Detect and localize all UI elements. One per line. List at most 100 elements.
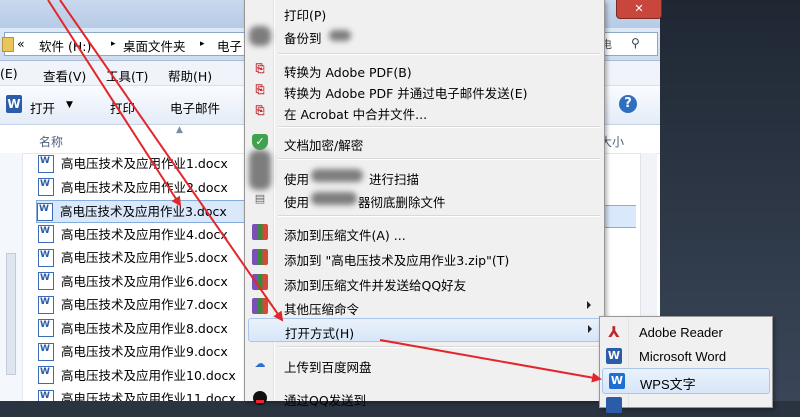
- menu-item-label: 在 Acrobat 中合并文件...: [284, 107, 428, 122]
- shredder-icon: ▤: [254, 192, 266, 205]
- word-icon: W: [6, 95, 22, 113]
- file-row[interactable]: 高电压技术及应用作业1.docx: [38, 153, 243, 175]
- menu-item-label: 上传到百度网盘: [284, 360, 372, 375]
- menu-item-label: 通过QQ发送到: [284, 393, 367, 408]
- column-name[interactable]: 名称: [39, 133, 63, 150]
- file-name: 高电压技术及应用作业11.docx: [61, 391, 236, 401]
- context-menu: 打印(P) 备份到 ⎘ 转换为 Adobe PDF(B) ⎘ 转换为 Adobe…: [244, 0, 605, 408]
- app-icon: [606, 397, 622, 413]
- redacted-icon: [249, 26, 271, 46]
- menu-item-other-zip[interactable]: 其他压缩命令: [245, 295, 604, 317]
- help-icon[interactable]: ?: [619, 95, 637, 113]
- menu-item-print[interactable]: 打印(P): [245, 1, 604, 23]
- menu-item-acrobat-merge[interactable]: ⎘ 在 Acrobat 中合并文件...: [245, 100, 604, 122]
- file-name: 高电压技术及应用作业9.docx: [61, 344, 228, 359]
- menu-separator: [278, 53, 600, 55]
- baidu-cloud-icon: ☁: [254, 357, 266, 370]
- word-doc-icon: [38, 178, 54, 196]
- menu-item-label: 进行扫描: [369, 172, 420, 187]
- file-name: 高电压技术及应用作业8.docx: [61, 320, 228, 336]
- file-name: 高电压技术及应用作业7.docx: [61, 297, 228, 312]
- address-input[interactable]: « 软件 (H:) ▸ 桌面文件夹 ▸ 电子: [2, 32, 250, 56]
- word-doc-icon: [38, 295, 54, 314]
- redacted-text: [329, 30, 351, 41]
- open-button[interactable]: 打开: [30, 98, 55, 117]
- menu-help[interactable]: 帮助(H): [168, 66, 212, 85]
- submenu-arrow-icon: [587, 301, 591, 309]
- submenu-item-more[interactable]: [600, 393, 772, 417]
- word-doc-icon: [38, 154, 54, 173]
- menu-item-convert-pdf[interactable]: ⎘ 转换为 Adobe PDF(B): [245, 58, 604, 80]
- address-separator[interactable]: ▸: [200, 39, 205, 49]
- open-dropdown-icon[interactable]: ▼: [66, 100, 73, 110]
- address-segment-desktop-folder[interactable]: 桌面文件夹: [123, 36, 186, 55]
- winrar-icon: [252, 298, 268, 314]
- submenu-item-microsoft-word[interactable]: W Microsoft Word: [600, 344, 772, 368]
- file-row[interactable]: 高电压技术及应用作业4.docx: [38, 224, 243, 246]
- menu-item-convert-pdf-email[interactable]: ⎘ 转换为 Adobe PDF 并通过电子邮件发送(E): [245, 79, 604, 101]
- acrobat-icon: ⎘: [255, 104, 265, 117]
- menu-item-label: 文档加密/解密: [284, 138, 364, 153]
- email-button[interactable]: 电子邮件: [170, 98, 220, 117]
- file-row[interactable]: 高电压技术及应用作业5.docx: [38, 247, 243, 269]
- menu-view[interactable]: 查看(V): [43, 66, 86, 85]
- nav-scrollbar-thumb[interactable]: [6, 253, 16, 375]
- menu-item-encrypt[interactable]: ✓ 文档加密/解密: [245, 131, 604, 153]
- submenu-item-adobe-reader[interactable]: ⅄ Adobe Reader: [600, 320, 772, 344]
- word-doc-icon: [38, 319, 54, 337]
- submenu-arrow-icon: [588, 325, 592, 333]
- submenu-item-label: Microsoft Word: [639, 349, 727, 364]
- address-back-chevron[interactable]: «: [17, 36, 25, 51]
- menu-item-scan[interactable]: 使用 进行扫描: [245, 165, 604, 187]
- menu-item-add-zip-qq[interactable]: 添加到压缩文件并发送给QQ好友: [245, 271, 604, 293]
- file-row[interactable]: 高电压技术及应用作业11.docx: [38, 388, 243, 401]
- address-segment-drive[interactable]: 软件 (H:): [39, 36, 91, 55]
- word-doc-icon: [38, 389, 54, 401]
- file-row[interactable]: 高电压技术及应用作业6.docx: [38, 271, 243, 293]
- file-row[interactable]: 高电压技术及应用作业2.docx: [38, 177, 243, 199]
- menu-item-baidu-upload[interactable]: ☁ 上传到百度网盘: [245, 353, 604, 375]
- word-doc-icon: [38, 366, 54, 384]
- search-icon[interactable]: ⚲: [631, 36, 640, 50]
- menu-item-open-with[interactable]: 打开方式(H): [248, 318, 601, 342]
- menu-edit[interactable]: (E): [0, 66, 18, 81]
- address-segment-current[interactable]: 电子: [217, 36, 242, 55]
- menu-item-label: 添加到压缩文件(A) ...: [284, 228, 406, 243]
- submenu-item-label: Adobe Reader: [639, 325, 723, 340]
- address-separator[interactable]: ▸: [111, 39, 116, 49]
- menu-item-shred[interactable]: ▤ 使用 器彻底删除文件: [245, 188, 604, 210]
- file-row[interactable]: 高电压技术及应用作业10.docx: [38, 365, 243, 387]
- wps-icon: W: [609, 373, 625, 389]
- file-row[interactable]: 高电压技术及应用作业8.docx: [38, 318, 243, 340]
- pdf-email-icon: ⎘: [255, 83, 265, 96]
- file-row[interactable]: 高电压技术及应用作业7.docx: [38, 294, 243, 316]
- file-name: 高电压技术及应用作业5.docx: [61, 250, 228, 265]
- menu-item-backup[interactable]: 备份到: [245, 24, 604, 46]
- word-doc-icon: [38, 342, 54, 361]
- adobe-reader-icon: ⅄: [608, 323, 620, 341]
- file-name: 高电压技术及应用作业3.docx: [60, 204, 227, 219]
- word-doc-icon: [38, 272, 54, 290]
- menu-separator: [278, 126, 600, 128]
- file-name: 高电压技术及应用作业10.docx: [61, 367, 236, 383]
- winrar-icon: [252, 249, 268, 265]
- open-with-submenu: ⅄ Adobe Reader W Microsoft Word W WPS文字: [599, 316, 773, 413]
- menu-item-add-archive[interactable]: 添加到压缩文件(A) ...: [245, 221, 604, 243]
- window-controls: ✕: [604, 0, 662, 20]
- print-button[interactable]: 打印: [110, 98, 135, 117]
- file-name: 高电压技术及应用作业2.docx: [61, 179, 228, 195]
- file-row[interactable]: 高电压技术及应用作业9.docx: [38, 341, 243, 363]
- menu-item-label: 备份到: [284, 31, 322, 46]
- winrar-icon: [252, 224, 268, 240]
- winrar-icon: [252, 274, 268, 290]
- sort-caret-icon: ▲: [176, 125, 183, 135]
- menu-item-qq-send[interactable]: 通过QQ发送到: [245, 386, 604, 408]
- submenu-item-wps[interactable]: W WPS文字: [602, 368, 770, 394]
- close-button[interactable]: ✕: [616, 0, 662, 19]
- search-box[interactable]: 电 ⚲: [596, 32, 658, 56]
- menu-item-label: 使用: [284, 195, 310, 210]
- pdf-icon: ⎘: [255, 62, 265, 75]
- menu-tools[interactable]: 工具(T): [106, 66, 148, 85]
- menu-item-label: 打印(P): [284, 8, 327, 23]
- menu-item-add-zip[interactable]: 添加到 "高电压技术及应用作业3.zip"(T): [245, 246, 604, 268]
